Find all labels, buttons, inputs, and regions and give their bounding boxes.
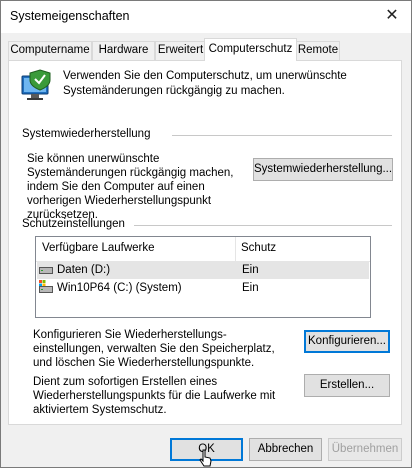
restore-group-title: Systemwiederherstellung xyxy=(22,128,151,140)
column-separator xyxy=(235,237,236,261)
intro-text: Verwenden Sie den Computerschutz, um une… xyxy=(63,70,347,97)
configure-description: Konfigurieren Sie Wiederherstellungs-ein… xyxy=(33,329,275,369)
system-restore-button[interactable]: Systemwiederherstellung... xyxy=(253,158,393,181)
drive-protection-status: Ein xyxy=(242,282,259,294)
configure-button[interactable]: Konfigurieren... xyxy=(304,330,390,353)
tab-hardware[interactable]: Hardware xyxy=(92,41,155,60)
drive-row-system[interactable]: Win10P64 (C:) (System) Ein xyxy=(37,280,369,297)
tab-computerschutz[interactable]: Computerschutz xyxy=(204,38,297,61)
restore-description: Sie können unerwünschte Systemänderungen… xyxy=(27,153,234,221)
create-button[interactable]: Erstellen... xyxy=(304,374,390,397)
drive-name: Win10P64 (C:) (System) xyxy=(57,282,182,294)
drive-icon xyxy=(39,266,53,275)
column-header-drives[interactable]: Verfügbare Laufwerke xyxy=(42,242,155,254)
drive-row-daten[interactable]: Daten (D:) Ein xyxy=(37,262,369,279)
tab-erweitert[interactable]: Erweitert xyxy=(155,41,206,60)
protection-group-divider xyxy=(134,225,392,226)
restore-group-divider xyxy=(172,135,392,136)
create-description: Dient zum sofortigen Erstellen eines Wie… xyxy=(33,376,276,416)
close-button[interactable]: ✕ xyxy=(379,5,405,27)
drive-protection-status: Ein xyxy=(242,264,259,276)
tab-remote[interactable]: Remote xyxy=(296,41,340,60)
mouse-pointer-icon xyxy=(198,449,214,469)
protection-group-title: Schutzeinstellungen xyxy=(22,218,125,230)
drive-name: Daten (D:) xyxy=(57,264,111,276)
tab-computername[interactable]: Computername xyxy=(8,41,92,60)
title-bar: Systemeigenschaften ✕ xyxy=(1,1,411,33)
drive-list-header: Verfügbare Laufwerke Schutz xyxy=(36,237,370,262)
tab-strip: Computername Hardware Erweitert Computer… xyxy=(8,38,402,61)
drive-list[interactable]: Verfügbare Laufwerke Schutz Daten (D:) E… xyxy=(35,236,371,318)
system-drive-icon xyxy=(39,280,53,293)
system-protection-shield-icon xyxy=(18,68,54,104)
window-title: Systemeigenschaften xyxy=(10,9,130,23)
apply-button[interactable]: Übernehmen xyxy=(328,438,402,461)
cancel-button[interactable]: Abbrechen xyxy=(249,438,322,461)
column-header-protection[interactable]: Schutz xyxy=(241,242,276,254)
